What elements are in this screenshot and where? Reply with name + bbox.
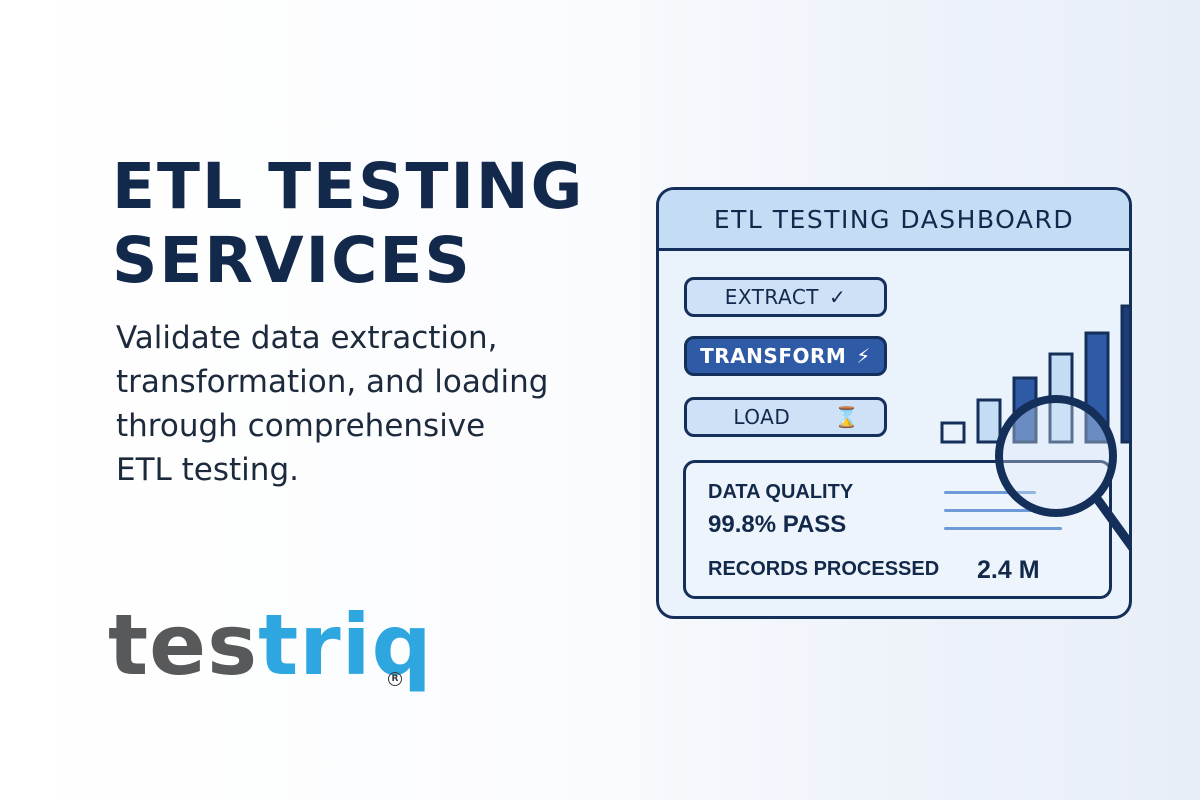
chart-bar <box>976 398 1002 444</box>
data-quality-label: DATA QUALITY <box>708 481 854 503</box>
description-line-4: ETL testing. <box>116 452 299 488</box>
extract-step: EXTRACT ✓ <box>684 277 887 317</box>
checkmark-icon: ✓ <box>829 285 847 309</box>
description-line-1: Validate data extraction, <box>116 320 498 356</box>
logo-text-tes: tes <box>108 596 259 694</box>
load-label: LOAD <box>733 405 791 429</box>
chart-bar <box>1120 304 1129 444</box>
records-processed-value: 2.4 M <box>977 556 1040 584</box>
text-line-decoration <box>944 491 1036 494</box>
chart-bar <box>940 421 966 444</box>
data-quality-value: 99.8% PASS <box>708 511 847 538</box>
etl-dashboard-illustration: ETL TESTING DASHBOARD EXTRACT ✓ TRANSFOR… <box>656 187 1132 619</box>
lightning-icon: ⚡ <box>856 344 871 368</box>
description-line-2: transformation, and loading <box>116 364 549 400</box>
registered-mark: R <box>388 672 402 686</box>
logo-text-triq: triq <box>258 596 433 694</box>
chart-bar <box>1084 331 1110 444</box>
chart-bar <box>1048 352 1074 444</box>
title-line-1: ETL TESTING <box>112 150 585 223</box>
transform-step: TRANSFORM ⚡ <box>684 336 887 376</box>
transform-label: TRANSFORM <box>700 344 847 368</box>
stats-panel: DATA QUALITY 99.8% PASS RECORDS PROCESSE… <box>683 460 1112 599</box>
chart-bar <box>1012 376 1038 444</box>
page-title: ETL TESTING SERVICES <box>112 150 584 298</box>
records-processed-label: RECORDS PROCESSED <box>708 558 940 580</box>
load-step: LOAD ⌛ <box>684 397 887 437</box>
dashboard-title: ETL TESTING DASHBOARD <box>659 190 1129 251</box>
hourglass-icon: ⌛ <box>834 405 860 429</box>
testriq-logo: testriq R <box>108 600 433 690</box>
text-line-decoration <box>944 527 1062 530</box>
extract-label: EXTRACT <box>724 285 820 309</box>
text-line-decoration <box>944 509 1082 512</box>
description-line-3: through comprehensive <box>116 408 486 444</box>
description: Validate data extraction, transformation… <box>116 316 596 492</box>
title-line-2: SERVICES <box>112 224 472 297</box>
